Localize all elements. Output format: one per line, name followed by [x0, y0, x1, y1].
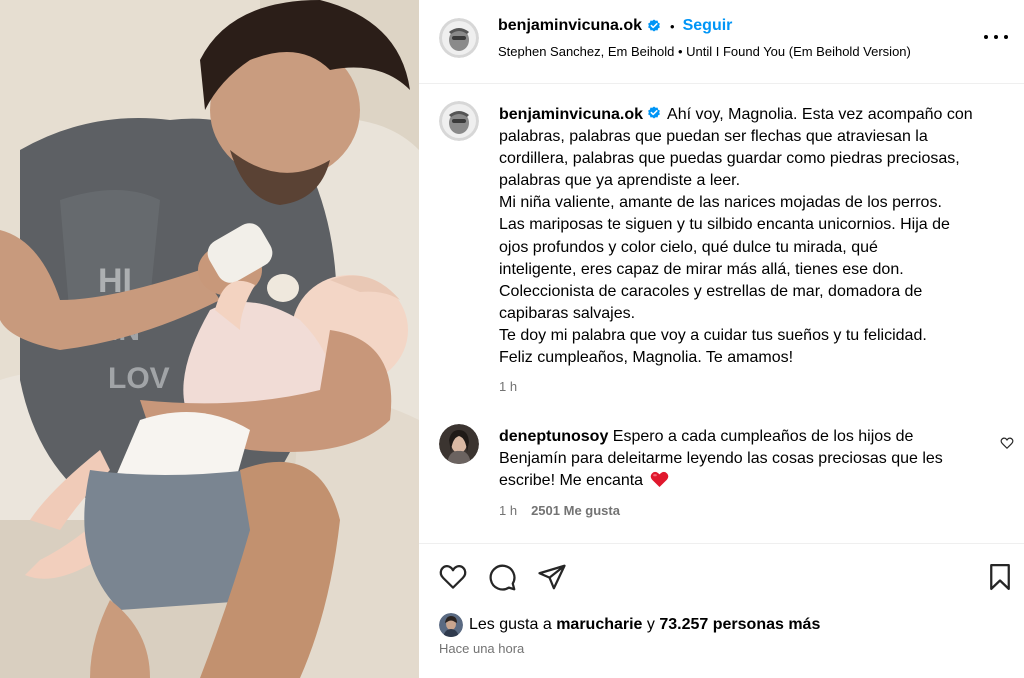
- post-header: benjaminvicuna.ok • Seguir Stephen Sanch…: [419, 0, 1024, 84]
- comment-like-heart-icon[interactable]: [1000, 436, 1014, 450]
- likes-summary: Les gusta a marucharie y 73.257 personas…: [439, 613, 820, 637]
- author-username[interactable]: benjaminvicuna.ok: [498, 17, 642, 35]
- comment-meta: 1 h 2501 Me gusta: [499, 503, 620, 518]
- caption-line: palabras que ya aprendiste a leer.: [499, 172, 741, 190]
- caption-line: capibaras salvajes.: [499, 304, 636, 322]
- author-avatar[interactable]: [439, 18, 479, 58]
- caption-line: Feliz cumpleaños, Magnolia. Te amamos!: [499, 349, 794, 367]
- more-options-icon[interactable]: [984, 30, 1008, 44]
- likes-join: y: [646, 616, 655, 633]
- post-photo-illustration: HI IN LOV: [0, 0, 419, 678]
- comment-text: escribe! Me encanta: [499, 472, 644, 490]
- liker-username[interactable]: marucharie: [556, 616, 642, 634]
- caption-line: Mi niña valiente, amante de las narices …: [499, 194, 942, 212]
- caption-line: cordillera, palabras que puedas guardar …: [499, 150, 960, 168]
- caption-line: Coleccionista de caracoles y estrellas d…: [499, 282, 923, 300]
- caption-author-avatar[interactable]: [439, 101, 479, 141]
- share-paper-plane-icon[interactable]: [537, 562, 567, 592]
- post-panel: benjaminvicuna.ok • Seguir Stephen Sanch…: [419, 0, 1024, 678]
- post-photo[interactable]: HI IN LOV: [0, 0, 419, 678]
- verified-badge-icon: [647, 19, 661, 33]
- caption-line: Te doy mi palabra que voy a cuidar tus s…: [499, 326, 927, 344]
- post-caption: benjaminvicuna.ok Ahí voy, Magnolia. Esta…: [499, 104, 999, 369]
- caption-line: Las mariposas te siguen y tu silbido enc…: [499, 216, 950, 234]
- like-heart-icon[interactable]: [438, 562, 468, 592]
- svg-text:LOV: LOV: [108, 362, 170, 395]
- red-heart-emoji-icon: [650, 471, 669, 488]
- likes-prefix: Les gusta a: [469, 616, 552, 633]
- comment-text: Espero a cada cumpleaños de los hijos de: [612, 428, 914, 445]
- header-title-row: benjaminvicuna.ok • Seguir: [498, 17, 732, 35]
- comment-timestamp[interactable]: 1 h: [499, 503, 517, 518]
- commenter-avatar[interactable]: [439, 424, 479, 464]
- audio-attribution[interactable]: Stephen Sanchez, Em Beihold • Until I Fo…: [498, 44, 911, 59]
- caption-timestamp[interactable]: 1 h: [499, 379, 517, 394]
- caption-line: benjaminvicuna.ok Ahí voy, Magnolia. Esta…: [499, 104, 999, 126]
- separator-dot: •: [670, 18, 675, 34]
- caption-text: Ahí voy, Magnolia. Esta vez acompaño con: [667, 106, 973, 123]
- comment-line: Benjamín para deleitarme leyendo las cos…: [499, 450, 943, 468]
- post-timestamp[interactable]: Hace una hora: [439, 641, 524, 656]
- comment-line: deneptunosoy Espero a cada cumpleaños de…: [499, 426, 999, 448]
- liker-avatar[interactable]: [439, 613, 463, 637]
- caption-line: ojos profundos y color cielo, qué dulce …: [499, 238, 878, 256]
- caption-line: inteligente, eres capaz de mirar más all…: [499, 260, 904, 278]
- save-bookmark-icon[interactable]: [985, 562, 1015, 592]
- commenter-username[interactable]: deneptunosoy: [499, 428, 608, 445]
- caption-username[interactable]: benjaminvicuna.ok: [499, 106, 643, 123]
- comment-line: escribe! Me encanta: [499, 470, 999, 492]
- comment: deneptunosoy Espero a cada cumpleaños de…: [499, 426, 999, 492]
- comment-bubble-icon[interactable]: [487, 562, 517, 592]
- verified-badge-icon: [647, 105, 661, 119]
- post-actions: Les gusta a marucharie y 73.257 personas…: [419, 543, 1024, 678]
- likes-others-count[interactable]: 73.257 personas más: [659, 616, 820, 634]
- follow-button[interactable]: Seguir: [683, 17, 733, 35]
- caption-line: palabras, palabras que puedan ser flecha…: [499, 128, 928, 146]
- comment-likes-count[interactable]: 2501 Me gusta: [531, 503, 620, 518]
